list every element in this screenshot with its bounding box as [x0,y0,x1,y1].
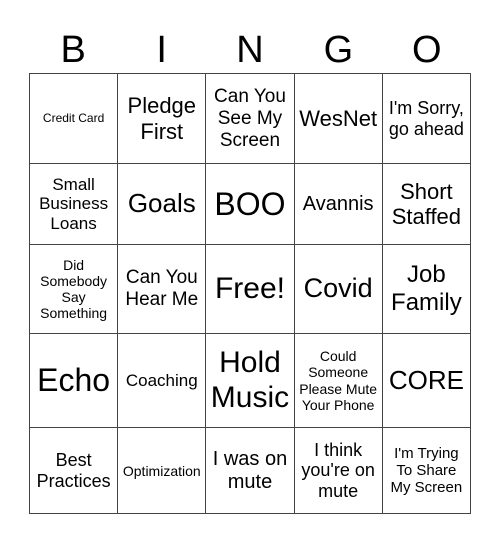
bingo-row: Small Business Loans Goals BOO Avannis S… [28,163,472,245]
bingo-cell: Did Somebody Say Something [28,244,119,334]
bingo-cell: CORE [381,332,472,429]
bingo-cell: BOO [205,163,295,245]
bingo-cell: I think you're on mute [293,427,383,514]
bingo-cell: I was on mute [205,427,295,514]
bingo-header: B I N G O [29,28,471,72]
bingo-cell: Job Family [381,244,472,334]
bingo-cell: Echo [28,332,119,429]
header-letter-i: I [156,29,167,71]
header-letter-n: N [236,29,264,71]
bingo-row: Echo Coaching Hold Music Could Someone P… [28,332,472,429]
bingo-cell: Hold Music [205,332,295,429]
header-letter-o: O [412,29,442,71]
bingo-cell: Optimization [117,427,207,514]
bingo-cell: Pledge First [117,72,207,165]
bingo-card: Credit Card Pledge First Can You See My … [28,72,472,514]
bingo-row: Credit Card Pledge First Can You See My … [28,72,472,165]
bingo-cell: Can You See My Screen [205,72,295,165]
bingo-cell: I'm Sorry, go ahead [381,72,472,165]
bingo-cell: Credit Card [28,72,119,165]
bingo-row: Did Somebody Say Something Can You Hear … [28,244,472,334]
bingo-cell: I'm Trying To Share My Screen [381,427,472,514]
bingo-cell: Can You Hear Me [117,244,207,334]
bingo-cell: Best Practices [28,427,119,514]
header-letter-b: B [60,29,86,71]
bingo-cell: Could Someone Please Mute Your Phone [293,332,383,429]
bingo-cell: Small Business Loans [28,163,119,245]
bingo-cell: WesNet [293,72,383,165]
bingo-cell: Covid [293,244,383,334]
bingo-cell: Avannis [293,163,383,245]
header-letter-g: G [323,29,354,71]
bingo-row: Best Practices Optimization I was on mut… [28,427,472,514]
bingo-cell: Short Staffed [381,163,472,245]
free-space-cell: Free! [205,244,295,334]
bingo-cell: Goals [117,163,207,245]
bingo-cell: Coaching [117,332,207,429]
